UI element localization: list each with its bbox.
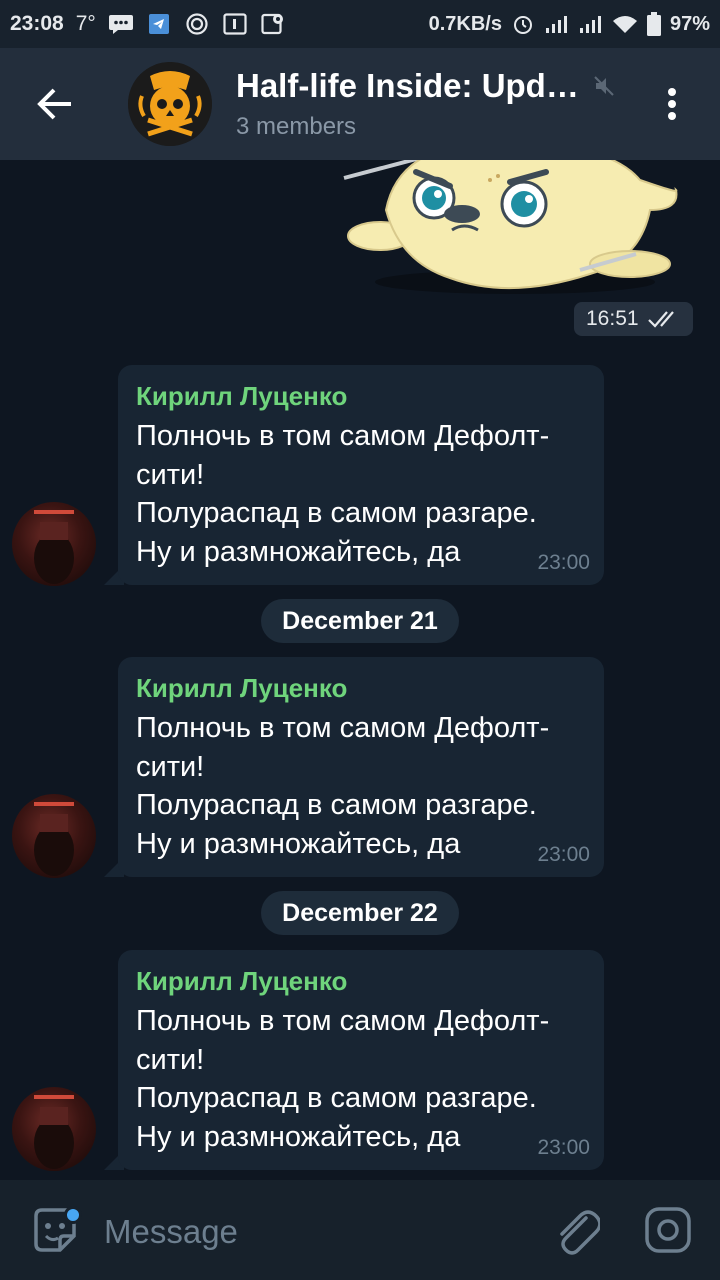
sender-name: Кирилл Луценко	[136, 966, 348, 996]
dot-icon	[668, 100, 676, 108]
user-photo-icon	[34, 510, 74, 584]
avatar[interactable]	[12, 1087, 96, 1171]
signal-icon	[578, 13, 604, 35]
back-button[interactable]	[0, 48, 110, 160]
skull-icon	[128, 62, 212, 146]
date-separator: December 21	[261, 599, 459, 643]
group-avatar[interactable]	[128, 62, 212, 146]
user-photo-icon	[34, 802, 74, 876]
dot-icon	[668, 88, 676, 96]
seal-sticker[interactable]	[340, 160, 690, 310]
mute-icon	[594, 76, 614, 96]
message-time: 23:00	[537, 551, 590, 574]
user-photo-icon	[34, 1095, 74, 1169]
sender-name: Кирилл Луценко	[136, 381, 348, 411]
telegram-icon	[146, 13, 172, 35]
battery-icon	[646, 12, 662, 36]
message-time: 23:00	[537, 843, 590, 866]
message-text: Полночь в том самом Дефолт- сити! Полура…	[136, 1005, 550, 1153]
chat-header: Half-life Inside: Upd… 3 members	[0, 48, 720, 160]
message-input-bar	[0, 1180, 720, 1280]
sticker-time: 16:51	[586, 307, 639, 330]
chat-icon	[108, 13, 134, 35]
dot-icon	[668, 112, 676, 120]
ubisoft-icon	[184, 13, 210, 35]
maps-icon	[260, 13, 286, 35]
date-separator: December 22	[261, 891, 459, 935]
calendar-icon	[222, 13, 248, 35]
sender-name: Кирилл Луценко	[136, 673, 348, 703]
avatar[interactable]	[12, 502, 96, 586]
member-count: 3 members	[236, 113, 357, 140]
paperclip-icon	[560, 1210, 602, 1255]
status-battery-percent: 97%	[669, 12, 710, 35]
alarm-icon	[510, 13, 536, 35]
message-text: Полночь в том самом Дефолт- сити! Полура…	[136, 712, 550, 860]
message-bubble[interactable]: Кирилл Луценко Полночь в том самом Дефол…	[118, 365, 604, 585]
message-time: 23:00	[537, 1136, 590, 1159]
arrow-left-icon	[37, 88, 71, 120]
more-menu-button[interactable]	[652, 82, 692, 126]
status-time: 23:08	[10, 12, 64, 35]
status-net-speed: 0.7KB/s	[428, 12, 502, 35]
chat-title: Half-life Inside: Upd…	[236, 67, 579, 104]
message-input[interactable]	[104, 1210, 524, 1254]
message-bubble[interactable]: Кирилл Луценко Полночь в том самом Дефол…	[118, 950, 604, 1170]
chat-info[interactable]: Half-life Inside: Upd… 3 members	[236, 67, 615, 141]
wifi-icon	[612, 13, 638, 35]
status-temperature: 7°	[75, 12, 96, 35]
chat-area[interactable]: 16:51 Кирилл Луценко Полночь в том самом…	[0, 160, 720, 1180]
camera-button[interactable]	[644, 1206, 692, 1254]
signal-icon	[544, 13, 570, 35]
avatar[interactable]	[12, 794, 96, 878]
double-check-icon	[647, 311, 674, 328]
message-bubble[interactable]: Кирилл Луценко Полночь в том самом Дефол…	[118, 657, 604, 877]
sticker-timestamp: 16:51	[574, 302, 693, 336]
attach-button[interactable]	[552, 1204, 602, 1256]
camera-icon	[645, 1207, 691, 1253]
message-text: Полночь в том самом Дефолт- сити! Полура…	[136, 420, 550, 568]
notification-dot	[64, 1206, 82, 1224]
status-bar: 23:08 7° 0.7KB/s 97%	[0, 0, 720, 48]
